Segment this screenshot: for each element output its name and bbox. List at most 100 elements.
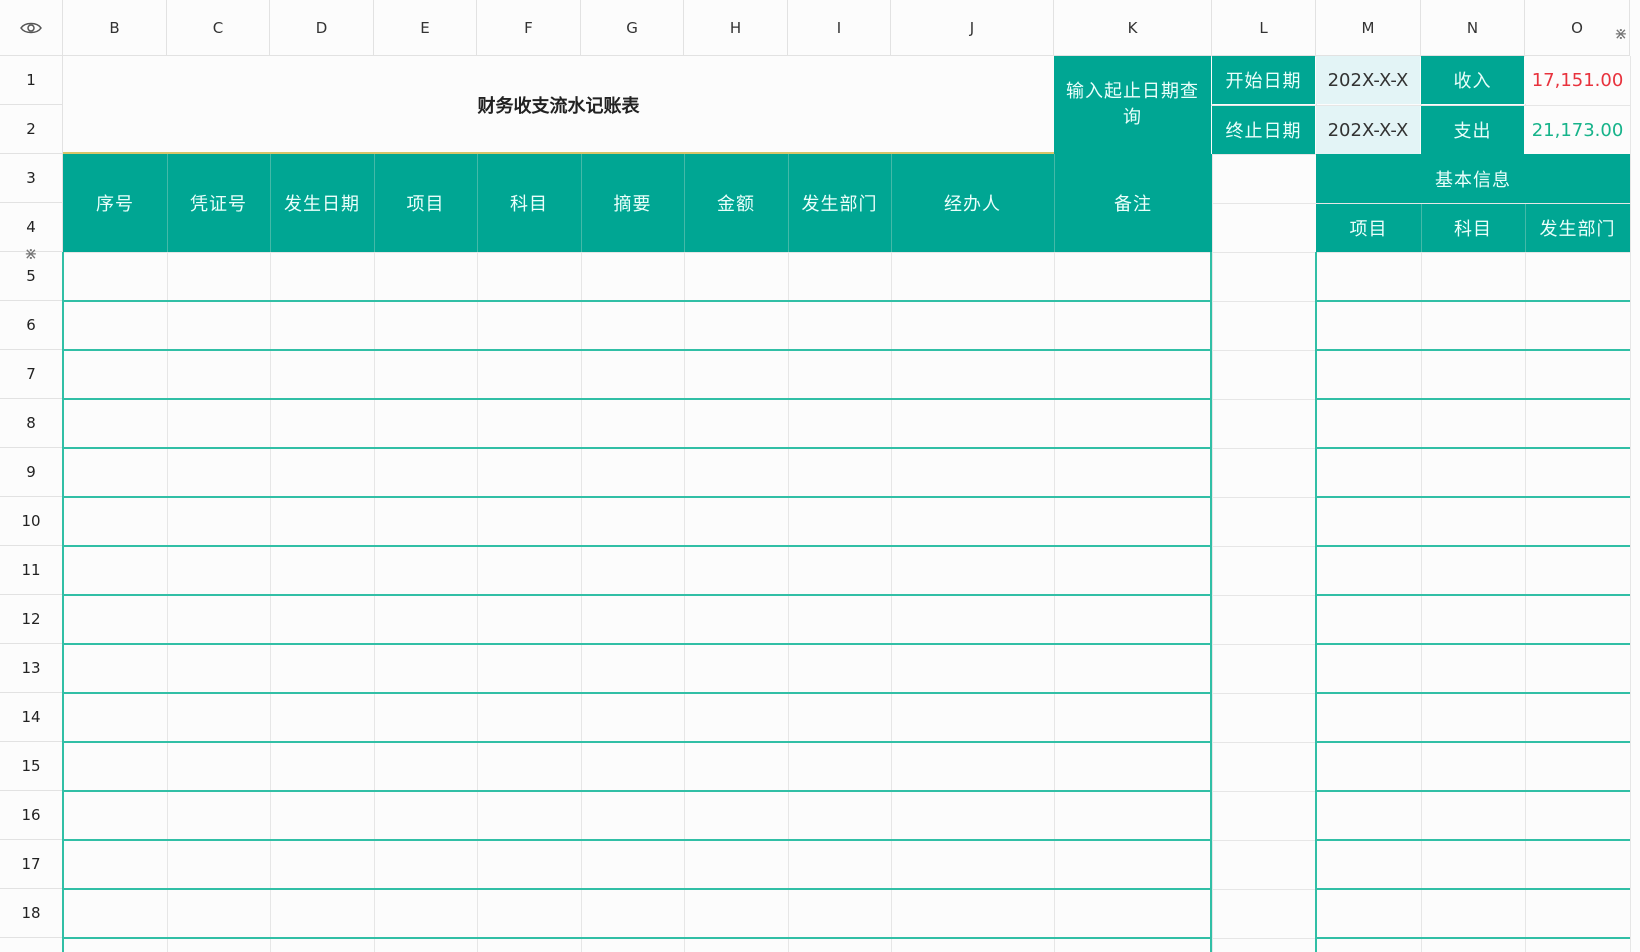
sheet-title[interactable]: 财务收支流水记账表 (63, 56, 1054, 154)
table-row-line (63, 937, 1211, 939)
table-row-line (1316, 447, 1630, 449)
column-header[interactable]: B (63, 0, 167, 56)
table-row-line (1316, 888, 1630, 890)
expense-label[interactable]: 支出 (1421, 106, 1524, 154)
header-separator (891, 154, 892, 252)
column-header[interactable]: N (1421, 0, 1525, 56)
table-row-line (63, 594, 1211, 596)
row-header[interactable]: 12 (0, 595, 63, 644)
end-date-label[interactable]: 终止日期 (1212, 106, 1315, 154)
income-value[interactable]: 17,151.00 (1525, 56, 1630, 104)
row-header[interactable]: 18 (0, 889, 63, 938)
column-header[interactable]: K (1054, 0, 1212, 56)
main-table-header-cell[interactable]: 序号 (63, 154, 167, 252)
main-table-header-cell[interactable]: 金额 (684, 154, 788, 252)
column-header[interactable]: I (788, 0, 891, 56)
table-row-line (1316, 300, 1630, 302)
main-table-header-cell[interactable]: 发生部门 (788, 154, 891, 252)
row-header[interactable]: 13 (0, 644, 63, 693)
row-header[interactable]: 10 (0, 497, 63, 546)
eye-icon[interactable] (20, 21, 42, 35)
grid-line (1212, 56, 1213, 952)
table-row-line (1316, 839, 1630, 841)
basic-info-header-cell[interactable]: 项目 (1316, 204, 1421, 252)
table-row-line (63, 300, 1211, 302)
main-table-header-cell[interactable]: 凭证号 (167, 154, 270, 252)
header-separator (684, 154, 685, 252)
spreadsheet: BCDEFGHIJKLMNO 1 2 3 4 5 6 7 8 9 10 11 12 13 14 15 16 17… (0, 0, 1640, 952)
table-row-line (63, 790, 1211, 792)
table-row-line (1316, 496, 1630, 498)
basic-info-header-cell[interactable]: 发生部门 (1525, 204, 1630, 252)
row-header[interactable]: 1 (0, 56, 63, 105)
table-row-line (1316, 349, 1630, 351)
column-header[interactable]: H (684, 0, 788, 56)
column-header[interactable]: M (1316, 0, 1421, 56)
resize-handle-icon[interactable]: ⋇ (22, 244, 40, 263)
table-row-line (1316, 741, 1630, 743)
date-query-label[interactable]: 输入起止日期查询 (1054, 56, 1211, 154)
table-row-line (1316, 545, 1630, 547)
header-separator (788, 154, 789, 252)
table-row-line (63, 398, 1211, 400)
header-separator (374, 154, 375, 252)
start-date-label[interactable]: 开始日期 (1212, 56, 1315, 104)
basic-info-title[interactable]: 基本信息 (1316, 154, 1630, 203)
header-separator (270, 154, 271, 252)
table-row-line (1316, 594, 1630, 596)
main-table-header-cell[interactable]: 项目 (374, 154, 477, 252)
income-label[interactable]: 收入 (1421, 56, 1524, 104)
main-table-header-cell[interactable]: 备注 (1054, 154, 1212, 252)
column-header[interactable]: F (477, 0, 581, 56)
row-header[interactable]: 17 (0, 840, 63, 889)
table-row-line (1316, 790, 1630, 792)
end-date-value[interactable]: 202X-X-X (1316, 106, 1420, 154)
row-header[interactable]: 14 (0, 693, 63, 742)
table-row-line (1316, 937, 1630, 939)
table-row-line (1316, 643, 1630, 645)
column-header[interactable]: E (374, 0, 477, 56)
expense-value[interactable]: 21,173.00 (1525, 106, 1630, 154)
main-table-header-cell[interactable]: 科目 (477, 154, 581, 252)
header-separator (167, 154, 168, 252)
row-header[interactable]: 11 (0, 546, 63, 595)
select-all-corner[interactable] (0, 0, 63, 56)
column-header[interactable]: L (1212, 0, 1316, 56)
table-border-line (62, 252, 64, 952)
column-header[interactable]: C (167, 0, 270, 56)
table-row-line (63, 888, 1211, 890)
header-separator (581, 154, 582, 252)
basic-info-header-cell[interactable]: 科目 (1421, 204, 1525, 252)
start-date-value[interactable]: 202X-X-X (1316, 56, 1420, 104)
row-header[interactable]: 3 (0, 154, 63, 203)
title-underline (63, 152, 1054, 154)
table-row-line (63, 545, 1211, 547)
table-border-line (1210, 252, 1212, 952)
main-table-header-cell[interactable]: 摘要 (581, 154, 684, 252)
resize-handle-icon[interactable]: ⋇ (1612, 24, 1630, 43)
grid-line (63, 252, 1630, 253)
header-separator (1525, 204, 1526, 252)
header-separator (477, 154, 478, 252)
table-border-line (1315, 252, 1317, 952)
column-header[interactable]: G (581, 0, 684, 56)
table-row-line (63, 349, 1211, 351)
table-row-line (63, 839, 1211, 841)
row-header[interactable]: 6 (0, 301, 63, 350)
main-table-header-cell[interactable]: 经办人 (891, 154, 1054, 252)
table-row-line (63, 496, 1211, 498)
row-header[interactable]: 2 (0, 105, 63, 154)
row-header[interactable]: 8 (0, 399, 63, 448)
table-row-line (63, 692, 1211, 694)
column-header[interactable]: D (270, 0, 374, 56)
row-header[interactable]: 9 (0, 448, 63, 497)
header-separator (1421, 204, 1422, 252)
row-header[interactable]: 15 (0, 742, 63, 791)
grid-line (1630, 56, 1631, 952)
row-header[interactable]: 7 (0, 350, 63, 399)
header-separator (1054, 154, 1055, 252)
row-header[interactable]: 16 (0, 791, 63, 840)
column-header[interactable]: J (891, 0, 1054, 56)
table-row-line (63, 741, 1211, 743)
main-table-header-cell[interactable]: 发生日期 (270, 154, 374, 252)
